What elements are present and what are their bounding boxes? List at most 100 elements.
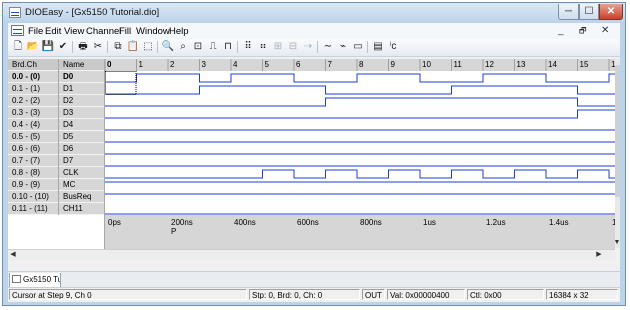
title-bar[interactable]: DIOEasy - [Gx5150 Tutorial.dio] ─ ☐ ✕: [3, 3, 625, 23]
window-title: DIOEasy - [Gx5150 Tutorial.dio]: [25, 7, 160, 18]
maximize-button[interactable]: ☐: [579, 4, 599, 20]
menu-channel[interactable]: Channel: [86, 26, 121, 37]
cut-icon[interactable]: ✂: [91, 40, 105, 54]
time-marker: P: [171, 227, 177, 236]
waveform-d0[interactable]: [105, 73, 615, 83]
mdi-restore-button[interactable]: 🗗: [579, 25, 587, 39]
channel-name[interactable]: D4: [59, 119, 104, 131]
channel-settings-icon[interactable]: ▤: [371, 40, 385, 54]
cursor-cell[interactable]: [105, 71, 137, 95]
menu-help[interactable]: Help: [169, 26, 189, 37]
zoom-out-icon[interactable]: ⌕: [176, 40, 190, 54]
channel-name[interactable]: D1: [59, 83, 104, 95]
channel-name[interactable]: MC: [59, 179, 104, 191]
toolbar-separator: [107, 41, 108, 53]
menu-fill[interactable]: Fill: [119, 26, 131, 37]
time-label: 1.4us: [549, 218, 569, 227]
shift-wave-icon[interactable]: ⇢: [301, 40, 315, 54]
channel-index[interactable]: 0.1 - (1): [8, 83, 58, 95]
step-tick-label: 6: [296, 60, 301, 69]
time-label: 0ps: [108, 218, 121, 227]
channel-index[interactable]: 0.6 - (6): [8, 143, 58, 155]
step-tick-label: 8: [359, 60, 364, 69]
select-icon[interactable]: ⬚: [141, 40, 155, 54]
horizontal-scrollbar[interactable]: ◀ ▶: [8, 249, 615, 260]
channel-index[interactable]: 0.0 - (0): [8, 71, 58, 83]
menu-window[interactable]: Window: [136, 26, 170, 37]
channel-index[interactable]: 0.11 - (11): [8, 203, 58, 215]
fill-rows-icon[interactable]: ⊞: [271, 40, 285, 54]
menu-edit[interactable]: Edit: [45, 26, 61, 37]
bus-icon[interactable]: ▭: [351, 40, 365, 54]
open-icon[interactable]: 📂: [26, 40, 40, 54]
channel-index[interactable]: 0.9 - (9): [8, 179, 58, 191]
line-low-icon[interactable]: ⌁: [336, 40, 350, 54]
channel-name[interactable]: BusReq: [59, 191, 104, 203]
scroll-down-arrow[interactable]: ▼: [612, 238, 622, 248]
step-tick-label: 1: [138, 60, 143, 69]
waveforms[interactable]: [105, 59, 615, 215]
status-size: 16384 x 32: [546, 289, 618, 300]
channel-index[interactable]: 0.2 - (2): [8, 95, 58, 107]
new-icon[interactable]: 🗋: [11, 40, 25, 54]
step-tick-label: 3: [201, 60, 206, 69]
channel-index[interactable]: 0.10 - (10): [8, 191, 58, 203]
close-button[interactable]: ✕: [599, 4, 623, 20]
check-icon[interactable]: ✔: [56, 40, 70, 54]
menu-view[interactable]: View: [64, 26, 84, 37]
grid-dots-icon[interactable]: ⠶: [256, 40, 270, 54]
step-tick-label: 10: [422, 60, 431, 69]
channel-index[interactable]: 0.4 - (4): [8, 119, 58, 131]
compile-icon[interactable]: ⁱc: [386, 40, 400, 54]
waveform-grid[interactable]: Brd.Ch Name 0.0 - (0) D0 0.1 - (1) D1 0.2 - …: [8, 59, 616, 259]
status-ctl: Ctl: 0x00: [467, 289, 544, 300]
print-icon[interactable]: 🖶: [76, 40, 90, 54]
app-icon[interactable]: [9, 7, 21, 18]
channel-name[interactable]: D5: [59, 131, 104, 143]
channel-name[interactable]: D3: [59, 107, 104, 119]
scroll-right-arrow[interactable]: ▶: [594, 250, 604, 260]
waveform-clk[interactable]: [105, 169, 615, 179]
save-icon[interactable]: 💾: [41, 40, 55, 54]
zoom-fit-icon[interactable]: ⊡: [191, 40, 205, 54]
channel-name[interactable]: D7: [59, 155, 104, 167]
step-tick-label: 14: [548, 60, 557, 69]
paste-icon[interactable]: 📋: [126, 40, 140, 54]
menu-file[interactable]: File: [28, 26, 43, 37]
zoom-in-icon[interactable]: 🔍: [161, 40, 175, 54]
vertical-scrollbar[interactable]: ▼: [612, 59, 622, 248]
channel-name[interactable]: D6: [59, 143, 104, 155]
document-tab-icon: [12, 275, 21, 283]
mdi-close-button[interactable]: ✕: [601, 25, 609, 36]
document-tab[interactable]: Gx5150 Tut...: [9, 273, 61, 288]
copy-icon[interactable]: ⧉: [111, 40, 125, 54]
status-cursor: Cursor at Step 9, Ch 0: [9, 289, 247, 300]
header-brd-ch: Brd.Ch: [8, 59, 58, 71]
clock-wave-icon[interactable]: ⊓: [221, 40, 235, 54]
channel-name[interactable]: CLK: [59, 167, 104, 179]
binary-count-icon[interactable]: ⠿: [241, 40, 255, 54]
waveform-d1[interactable]: [105, 85, 615, 95]
channel-index[interactable]: 0.5 - (5): [8, 131, 58, 143]
channel-index[interactable]: 0.7 - (7): [8, 155, 58, 167]
channel-name[interactable]: D2: [59, 95, 104, 107]
channel-index[interactable]: 0.8 - (8): [8, 167, 58, 179]
minimize-button[interactable]: ─: [558, 4, 579, 20]
mdi-minimize-button[interactable]: _: [558, 25, 564, 36]
waveform-d3[interactable]: [105, 109, 615, 119]
status-bar: Cursor at Step 9, Ch 0 Stp: 0, Brd: 0, C…: [8, 287, 620, 302]
vertical-scroll-thumb[interactable]: [615, 65, 620, 197]
document-icon[interactable]: [11, 25, 24, 36]
menu-bar: File Edit View Channel Fill Window Help …: [8, 23, 620, 39]
channel-name[interactable]: CH11: [59, 203, 104, 215]
scroll-left-arrow[interactable]: ◀: [8, 250, 18, 260]
channel-name[interactable]: D0: [59, 71, 104, 83]
line-high-icon[interactable]: ∼: [321, 40, 335, 54]
time-label: 600ns: [297, 218, 319, 227]
toolbar: 🗋 📂 💾 ✔ 🖶 ✂ ⧉ 📋 ⬚ 🔍 ⌕ ⊡ ⎍ ⊓ ⠿ ⠶ ⊞ ⊟ ⇢ ∼ ⌁ ▭ ▤ ⁱc: [8, 39, 620, 57]
waveform-d2[interactable]: [105, 97, 615, 107]
wave-pulse-icon[interactable]: ⎍: [206, 40, 220, 54]
channel-index[interactable]: 0.3 - (3): [8, 107, 58, 119]
toolbar-separator: [317, 41, 318, 53]
fill-cols-icon[interactable]: ⊟: [286, 40, 300, 54]
